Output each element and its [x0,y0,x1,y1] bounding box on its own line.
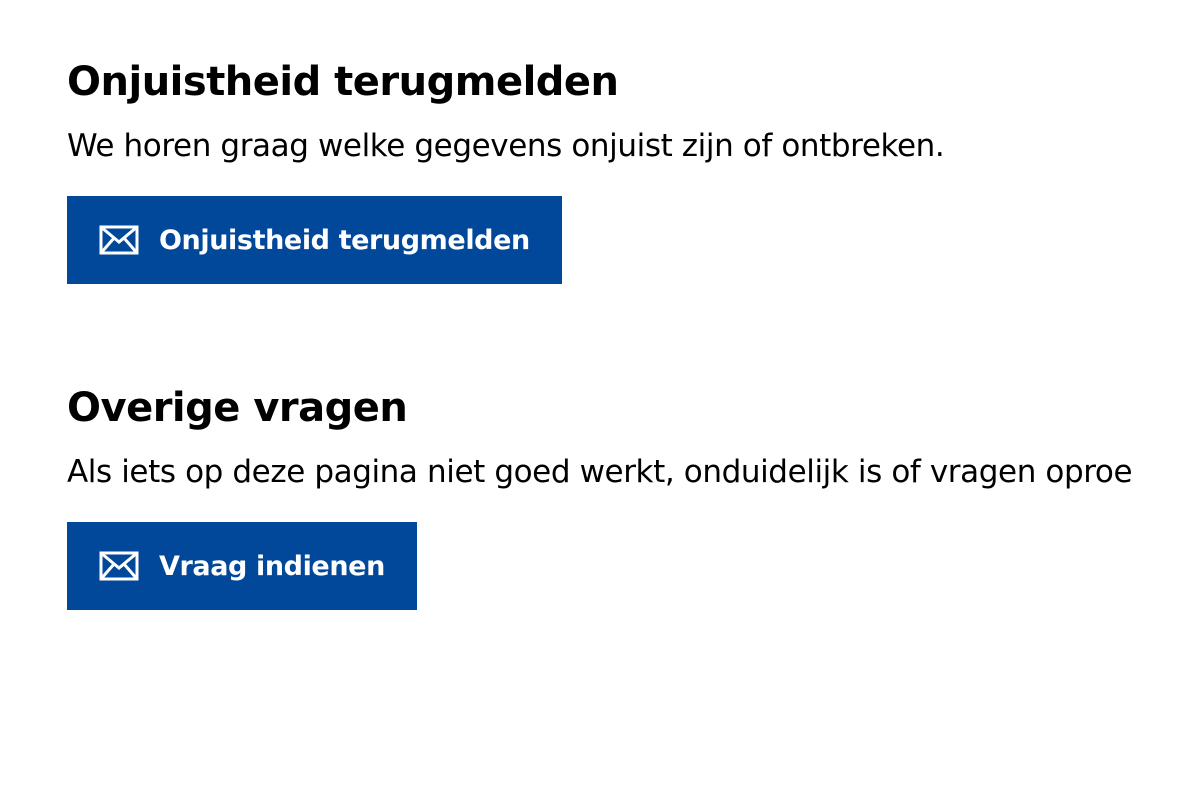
report-inaccuracy-button-label: Onjuistheid terugmelden [159,224,530,256]
submit-question-button-label: Vraag indienen [159,550,385,582]
page: Onjuistheid terugmelden We horen graag w… [0,0,1200,800]
report-inaccuracy-heading: Onjuistheid terugmelden [67,59,619,105]
report-inaccuracy-button[interactable]: Onjuistheid terugmelden [67,196,562,284]
report-inaccuracy-section: Onjuistheid terugmelden We horen graag w… [67,56,1200,284]
submit-question-button[interactable]: Vraag indienen [67,522,417,610]
mail-icon [99,225,139,255]
other-questions-heading: Overige vragen [67,385,408,431]
other-questions-description: Als iets op deze pagina niet goed werkt,… [67,454,1133,490]
other-questions-section: Overige vragen Als iets op deze pagina n… [67,382,1200,610]
mail-icon [99,551,139,581]
report-inaccuracy-description: We horen graag welke gegevens onjuist zi… [67,128,945,164]
